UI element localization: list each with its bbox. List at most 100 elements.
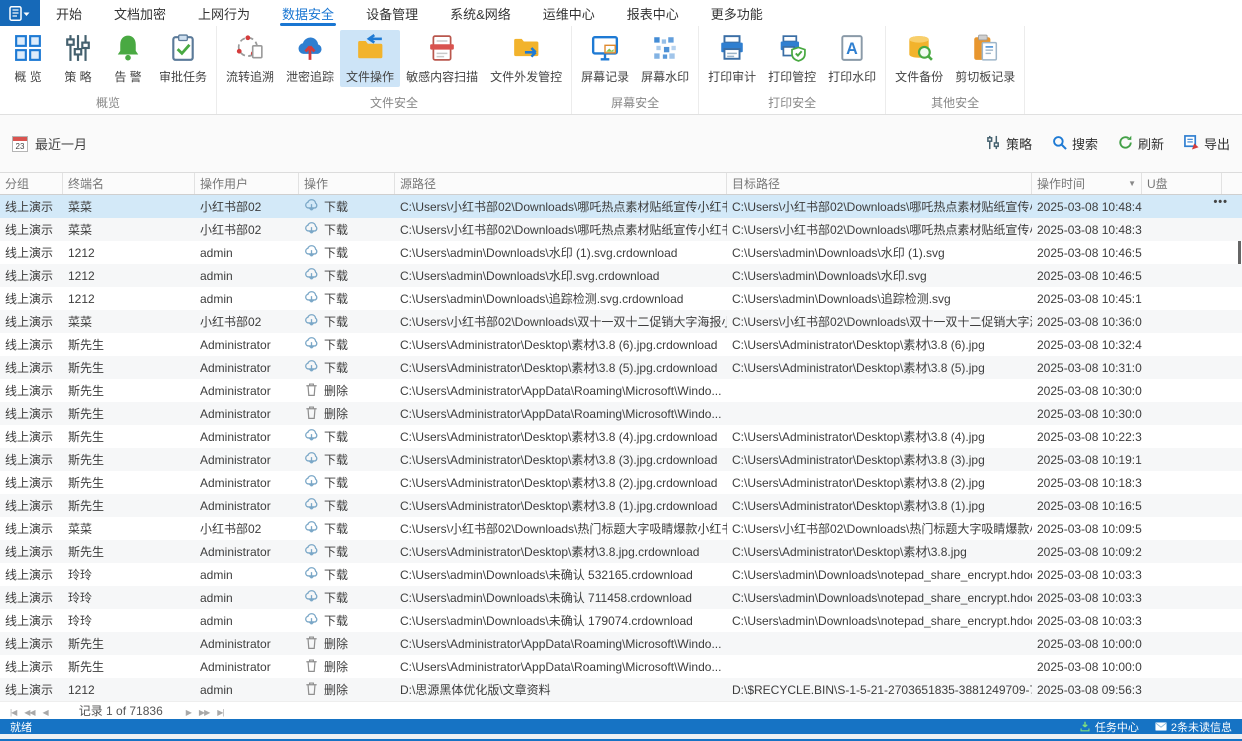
table-row[interactable]: 线上演示 斯先生 Administrator 下载 C:\Users\Administr…: [0, 540, 1242, 563]
table-row[interactable]: 线上演示 斯先生 Administrator 删除 C:\Users\Administr…: [0, 655, 1242, 678]
cell-group: 线上演示: [5, 476, 54, 490]
table-row[interactable]: 线上演示 菜菜 小红书部02 下载 C:\Users\小红书部02\Downloads\…: [0, 218, 1242, 241]
next-page-button[interactable]: ▶: [186, 708, 192, 717]
operation-label: 删除: [324, 384, 349, 398]
policy-filter-button[interactable]: 策略: [986, 134, 1032, 153]
app-menu-button[interactable]: [0, 0, 40, 26]
column-header-time[interactable]: 操作时间 ▼: [1032, 173, 1142, 194]
table-row[interactable]: 线上演示 菜菜 小红书部02 下载 C:\Users\小红书部02\Downloads\…: [0, 195, 1242, 218]
menu-tab-start[interactable]: 开始: [40, 0, 98, 26]
ribbon-item-label: 文件操作: [346, 70, 395, 84]
last-page-button[interactable]: ▶|: [217, 708, 224, 717]
cell-terminal: 菜菜: [68, 223, 93, 237]
cell-operation: 删除: [299, 658, 395, 676]
unread-messages-button[interactable]: 2条未读信息: [1155, 719, 1232, 735]
table-row[interactable]: 线上演示 斯先生 Administrator 下载 C:\Users\Administr…: [0, 494, 1242, 517]
cell-source-path: C:\Users\Administrator\AppData\Roaming\M…: [400, 383, 722, 398]
leak-trace-icon: [296, 34, 324, 65]
column-header-usb[interactable]: U盘: [1142, 173, 1222, 194]
calendar-icon: 23: [12, 135, 28, 152]
table-row[interactable]: 线上演示 斯先生 Administrator 下载 C:\Users\Administr…: [0, 425, 1242, 448]
menu-tab-more-features[interactable]: 更多功能: [695, 0, 779, 26]
table-row[interactable]: 线上演示 1212 admin 下载 C:\Users\admin\Downloads\…: [0, 241, 1242, 264]
table-row[interactable]: 线上演示 1212 admin 删除 D:\思源黑体优化版\文章资料 D:\$RECYCL…: [0, 678, 1242, 701]
next-fast-button[interactable]: ▶▶: [199, 708, 210, 717]
table-row[interactable]: 线上演示 1212 admin 下载 C:\Users\admin\Downloads\…: [0, 287, 1242, 310]
task-center-button[interactable]: 任务中心: [1079, 719, 1139, 735]
cell-operation: 下载: [299, 359, 395, 377]
table-row[interactable]: 线上演示 斯先生 Administrator 下载 C:\Users\Administr…: [0, 471, 1242, 494]
file-outgoing-icon: [512, 34, 540, 65]
menu-tab-web-behavior[interactable]: 上网行为: [182, 0, 266, 26]
menu-tab-doc-encrypt[interactable]: 文档加密: [98, 0, 182, 26]
menu-tab-device-mgmt[interactable]: 设备管理: [350, 0, 434, 26]
table-row[interactable]: 线上演示 玲玲 admin 下载 C:\Users\admin\Downloads\未确…: [0, 563, 1242, 586]
cell-target-path: C:\Users\Administrator\Desktop\素材\3.8.jp…: [732, 545, 967, 559]
delete-icon: [304, 658, 319, 676]
cell-source-path: C:\Users\Administrator\Desktop\素材\3.8 (2…: [400, 476, 718, 490]
export-button[interactable]: 导出: [1184, 134, 1230, 153]
ribbon-item-print-watermark[interactable]: A 打印水印: [822, 30, 882, 87]
ribbon-item-clipboard-record[interactable]: 剪切板记录: [949, 30, 1021, 87]
ribbon-item-label: 剪切板记录: [955, 70, 1016, 84]
cell-time: 2025-03-08 10:00:00: [1037, 636, 1142, 651]
prev-fast-button[interactable]: ◀◀: [24, 708, 35, 717]
column-header-group[interactable]: 分组: [0, 173, 63, 194]
ribbon-item-file-backup[interactable]: 文件备份: [889, 30, 949, 87]
table-row[interactable]: 线上演示 斯先生 Administrator 删除 C:\Users\Administr…: [0, 379, 1242, 402]
column-header-target-path[interactable]: 目标路径: [727, 173, 1032, 194]
refresh-button[interactable]: 刷新: [1118, 134, 1164, 153]
cell-source-path: C:\Users\Administrator\AppData\Roaming\M…: [400, 636, 722, 651]
export-icon: [1184, 134, 1199, 153]
ribbon-item-leak-trace[interactable]: 泄密追踪: [280, 30, 340, 87]
ribbon-item-approval-tasks[interactable]: 审批任务: [153, 30, 213, 87]
table-row[interactable]: 线上演示 玲玲 admin 下载 C:\Users\admin\Downloads\未确…: [0, 609, 1242, 632]
column-header-source-path[interactable]: 源路径: [395, 173, 727, 194]
ribbon-item-print-audit[interactable]: 打印审计: [702, 30, 762, 87]
ribbon-item-label: 敏感内容扫描: [406, 70, 479, 84]
delete-icon: [304, 635, 319, 653]
cell-terminal: 斯先生: [68, 637, 105, 651]
filter-dropdown-icon[interactable]: ▼: [1128, 179, 1136, 188]
row-actions-button[interactable]: •••: [1213, 196, 1228, 208]
table-row[interactable]: 线上演示 玲玲 admin 下载 C:\Users\admin\Downloads\未确…: [0, 586, 1242, 609]
ribbon-item-policy[interactable]: 策 略: [53, 30, 103, 87]
cell-target-path: C:\Users\Administrator\Desktop\素材\3.8 (5…: [732, 361, 985, 375]
ribbon-item-flow-trace[interactable]: 流转追溯: [220, 30, 280, 87]
table-row[interactable]: 线上演示 斯先生 Administrator 下载 C:\Users\Administr…: [0, 356, 1242, 379]
column-header-user[interactable]: 操作用户: [195, 173, 299, 194]
table-row[interactable]: 线上演示 斯先生 Administrator 删除 C:\Users\Administr…: [0, 632, 1242, 655]
ribbon-item-alert[interactable]: 告 警: [103, 30, 153, 87]
table-row[interactable]: 线上演示 斯先生 Administrator 下载 C:\Users\Administr…: [0, 333, 1242, 356]
ribbon-item-file-ops[interactable]: 文件操作: [340, 30, 401, 87]
ribbon-item-file-outgoing[interactable]: 文件外发管控: [484, 30, 568, 87]
ribbon-item-screen-watermark[interactable]: 屏幕水印: [635, 30, 695, 87]
column-header-terminal[interactable]: 终端名: [63, 173, 195, 194]
menu-tab-report-center[interactable]: 报表中心: [611, 0, 695, 26]
menu-tab-system-network[interactable]: 系统&网络: [434, 0, 527, 26]
menu-tab-data-security[interactable]: 数据安全: [266, 0, 350, 26]
task-center-label: 任务中心: [1094, 721, 1139, 734]
cell-terminal: 菜菜: [68, 315, 93, 329]
ribbon-item-overview[interactable]: 概 览: [3, 30, 53, 87]
search-button[interactable]: 搜索: [1052, 134, 1098, 153]
mail-icon: [1155, 722, 1167, 731]
cell-terminal: 菜菜: [68, 200, 93, 214]
table-row[interactable]: 线上演示 斯先生 Administrator 下载 C:\Users\Administr…: [0, 448, 1242, 471]
table-row[interactable]: 线上演示 菜菜 小红书部02 下载 C:\Users\小红书部02\Downloads\…: [0, 517, 1242, 540]
first-page-button[interactable]: |◀: [10, 708, 17, 717]
cell-target-path: C:\Users\小红书部02\Downloads\热门标题大字吸睛爆款小红..…: [732, 522, 1032, 536]
cell-time: 2025-03-08 10:22:31: [1037, 429, 1142, 444]
cell-target-path: C:\Users\admin\Downloads\追踪检测.svg: [732, 292, 951, 306]
column-header-operation[interactable]: 操作: [299, 173, 395, 194]
prev-page-button[interactable]: ◀: [43, 708, 49, 717]
menu-tab-ops-center[interactable]: 运维中心: [527, 0, 611, 26]
table-row[interactable]: 线上演示 1212 admin 下载 C:\Users\admin\Downloads\…: [0, 264, 1242, 287]
svg-text:A: A: [846, 40, 858, 58]
ribbon-item-screen-record[interactable]: 屏幕记录: [575, 30, 635, 87]
ribbon-item-content-scan[interactable]: 敏感内容扫描: [400, 30, 484, 87]
ribbon-item-print-control[interactable]: 打印管控: [762, 30, 822, 87]
table-row[interactable]: 线上演示 斯先生 Administrator 删除 C:\Users\Administr…: [0, 402, 1242, 425]
date-range-filter[interactable]: 23 最近一月: [12, 134, 87, 153]
table-row[interactable]: 线上演示 菜菜 小红书部02 下载 C:\Users\小红书部02\Downloads\…: [0, 310, 1242, 333]
